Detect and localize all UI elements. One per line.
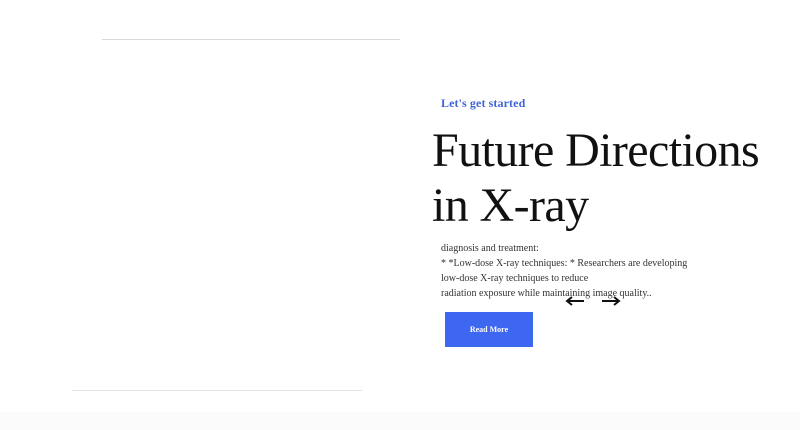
hero-description: diagnosis and treatment: * *Low-dose X-r…	[441, 241, 792, 301]
hero-title-line-2: in X-ray	[432, 179, 589, 232]
arrow-left-icon[interactable]	[565, 295, 585, 307]
carousel-controls	[565, 295, 621, 307]
read-more-button[interactable]: Read More	[445, 312, 533, 347]
bottom-divider	[72, 390, 362, 391]
page: Let's get started Future Directions in X…	[0, 0, 800, 430]
arrow-right-icon[interactable]	[601, 295, 621, 307]
hero-description-line: low-dose X-ray techniques to reduce	[441, 273, 589, 284]
hero-content: Let's get started Future Directions in X…	[432, 96, 792, 301]
hero-description-line: * *Low-dose X-ray techniques: * Research…	[441, 258, 688, 269]
top-divider	[102, 39, 400, 40]
footer-band	[0, 412, 800, 430]
hero-title-line-1: Future Directions	[432, 124, 760, 177]
hero-kicker: Let's get started	[441, 96, 526, 110]
hero-description-line: diagnosis and treatment:	[441, 243, 539, 254]
hero-title: Future Directions in X-ray	[432, 123, 792, 233]
